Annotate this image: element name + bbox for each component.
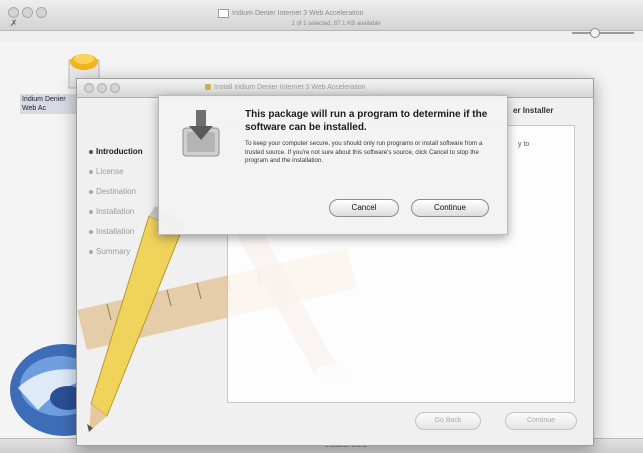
action-menu-icon[interactable]: ✗ bbox=[10, 18, 18, 28]
disk-icon bbox=[218, 8, 229, 18]
step-destination: Destination bbox=[89, 187, 136, 197]
package-file-label[interactable]: Iridium Denier Web Ac bbox=[20, 94, 80, 114]
run-program-alert-sheet: This package will run a program to deter… bbox=[158, 95, 508, 235]
close-window-button[interactable] bbox=[8, 7, 19, 18]
go-back-button[interactable]: Go Back bbox=[415, 412, 481, 430]
step-bullet-icon bbox=[89, 189, 93, 194]
continue-button-disabled[interactable]: Continue bbox=[505, 412, 577, 430]
finder-status-bar: 1 of 1 selected, 87.1 KB available bbox=[291, 21, 381, 27]
slider-knob[interactable] bbox=[590, 28, 600, 38]
installer-window-title: Install Iridium Denier Internet 3 Web Ac… bbox=[205, 83, 465, 93]
installer-heading: er Installer bbox=[513, 106, 554, 115]
installer-close-button[interactable] bbox=[84, 83, 94, 93]
alert-title: This package will run a program to deter… bbox=[245, 109, 488, 133]
installer-window-title-text: Install Iridium Denier Internet 3 Web Ac… bbox=[214, 84, 366, 91]
step-introduction: Introduction bbox=[89, 147, 143, 157]
minimize-window-button[interactable] bbox=[22, 7, 33, 18]
finder-titlebar: Iridium Denier Internet 3 Web Accelerati… bbox=[0, 0, 643, 31]
step-bullet-icon bbox=[89, 229, 93, 234]
installer-zoom-button[interactable] bbox=[110, 83, 120, 93]
step-installation-type: Installation bbox=[89, 207, 134, 217]
step-summary: Summary bbox=[89, 247, 130, 257]
zoom-window-button[interactable] bbox=[36, 7, 47, 18]
step-bullet-icon bbox=[89, 149, 93, 154]
step-installation: Installation bbox=[89, 227, 134, 237]
finder-window-title-text: Iridium Denier Internet 3 Web Accelerati… bbox=[232, 10, 364, 17]
lock-icon bbox=[205, 84, 211, 91]
step-license: License bbox=[89, 167, 124, 177]
icon-size-slider[interactable] bbox=[572, 28, 634, 38]
continue-button[interactable]: Continue bbox=[411, 199, 489, 217]
installer-minimize-button[interactable] bbox=[97, 83, 107, 93]
alert-message: To keep your computer secure, you should… bbox=[245, 140, 483, 164]
pane-text: y to bbox=[518, 141, 530, 148]
step-bullet-icon bbox=[89, 169, 93, 174]
cancel-button[interactable]: Cancel bbox=[329, 199, 399, 217]
step-bullet-icon bbox=[89, 249, 93, 254]
step-bullet-icon bbox=[89, 209, 93, 214]
installer-package-icon bbox=[182, 110, 220, 157]
finder-window-title: Iridium Denier Internet 3 Web Accelerati… bbox=[218, 8, 448, 19]
